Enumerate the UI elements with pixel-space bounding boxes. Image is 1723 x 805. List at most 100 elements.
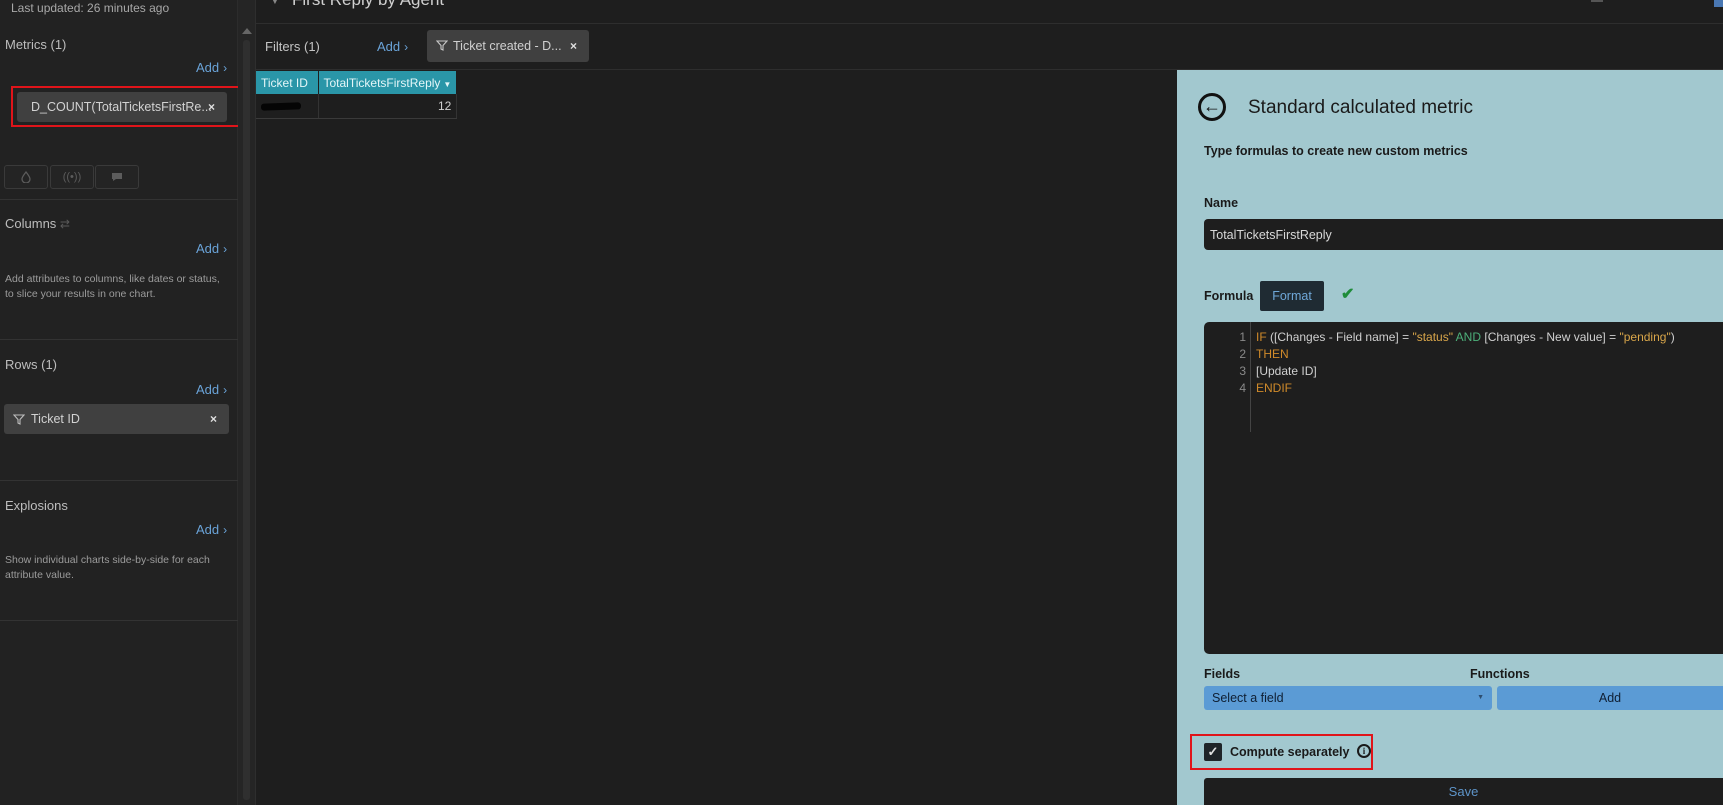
formula-editor[interactable]: 1 2 3 4 IF ([Changes - Field name] = "st… (1204, 322, 1723, 654)
panel-title: Standard calculated metric (1248, 97, 1473, 118)
functions-label: Functions (1470, 667, 1530, 681)
add-row-link[interactable]: Add › (196, 382, 227, 397)
top-bar: ▼ First Reply by Agent (256, 0, 1723, 24)
results-table: Ticket ID TotalTicketsFirstReply ▼ 12 (256, 71, 458, 119)
string-literal: "pending" (1619, 330, 1671, 344)
keyword-endif: ENDIF (1256, 381, 1292, 395)
left-sidebar: Last updated: 26 minutes ago Metrics (1)… (0, 0, 243, 805)
check-icon: ✔ (1341, 286, 1355, 303)
field-ref: [Update ID] (1256, 364, 1317, 378)
sidebar-scrollbar[interactable] (238, 0, 256, 805)
rows-title: Rows (1) (5, 357, 58, 372)
format-button[interactable]: Format (1260, 281, 1324, 311)
chevron-right-icon: › (223, 523, 228, 537)
code-line: ENDIF (1256, 381, 1292, 395)
row-chip[interactable]: Ticket ID × (4, 404, 229, 434)
drop-icon[interactable] (4, 165, 48, 189)
metric-name-input[interactable] (1204, 219, 1723, 250)
comment-icon[interactable] (95, 165, 139, 189)
swap-icon[interactable]: ⇄ (60, 217, 70, 231)
add-row-label: Add (196, 382, 220, 397)
redaction-mark (260, 102, 302, 111)
add-metric-label: Add (196, 60, 220, 75)
chevron-down-icon: ▼ (1477, 694, 1484, 701)
columns-title-label: Columns (5, 216, 57, 231)
keyword-and: AND (1455, 330, 1482, 344)
add-explosion-label: Add (196, 522, 220, 537)
filter-icon (435, 40, 449, 54)
operator: = (1402, 330, 1410, 344)
divider (0, 199, 238, 200)
back-arrow-icon[interactable]: ← (1198, 93, 1226, 121)
filter-icon (13, 413, 25, 425)
save-button[interactable]: Save (1204, 778, 1723, 805)
name-label: Name (1204, 196, 1239, 210)
add-column-label: Add (196, 241, 220, 256)
line-number: 2 (1239, 347, 1246, 361)
divider (0, 620, 238, 621)
close-icon[interactable]: × (210, 412, 217, 426)
filter-chip[interactable]: Ticket created - D... × (427, 30, 589, 62)
chevron-right-icon: › (223, 383, 228, 397)
table-row[interactable]: 12 (256, 94, 458, 119)
string-literal: "status" (1412, 330, 1453, 344)
explosions-hint: Show individual charts side-by-side for … (5, 554, 210, 581)
field-select-value: Select a field (1212, 691, 1284, 705)
code-line: IF ([Changes - Field name] = "status" AN… (1256, 330, 1675, 344)
column-header-label: TotalTicketsFirstReply (323, 75, 441, 90)
line-number: 1 (1239, 330, 1246, 344)
column-header-ticket-id[interactable]: Ticket ID (256, 71, 319, 94)
close-icon[interactable]: × (570, 39, 577, 53)
add-filter-link[interactable]: Add › (377, 39, 408, 54)
columns-title: Columns ⇄ (5, 216, 70, 231)
row-chip-label: Ticket ID (31, 412, 80, 426)
table-cell: 12 (318, 94, 458, 119)
highlight-box (1190, 734, 1373, 770)
page-title: First Reply by Agent (292, 0, 444, 10)
formula-label: Formula (1204, 289, 1254, 303)
line-number: 3 (1239, 364, 1246, 378)
columns-hint: Add attributes to columns, like dates or… (5, 273, 220, 300)
filter-bar: Filters (1) Add › Ticket created - D... × (256, 25, 1723, 70)
explosions-title: Explosions (5, 498, 68, 513)
fields-label: Fields (1204, 667, 1241, 681)
keyword-if: IF (1256, 330, 1267, 344)
code-line: THEN (1256, 347, 1289, 361)
line-number: 4 (1239, 381, 1246, 395)
column-header-label: Ticket ID (261, 75, 308, 90)
sort-desc-icon[interactable]: ▼ (443, 80, 451, 89)
toolbar-icon[interactable] (1714, 0, 1723, 7)
broadcast-icon[interactable]: ((•)) (50, 165, 94, 189)
chevron-right-icon: › (404, 40, 409, 54)
operator: = (1609, 330, 1617, 344)
add-metric-link[interactable]: Add › (196, 60, 227, 75)
field-ref: [Changes - Field name] (1274, 330, 1399, 344)
column-header-total[interactable]: TotalTicketsFirstReply ▼ (318, 71, 458, 94)
metrics-title: Metrics (1) (5, 37, 67, 52)
paren: ) (1670, 330, 1675, 344)
add-filter-label: Add (377, 39, 401, 54)
scrollbar-thumb[interactable] (243, 40, 250, 800)
divider (0, 339, 238, 340)
scroll-up-icon[interactable] (242, 28, 252, 34)
calculated-metric-panel: ← Standard calculated metric Type formul… (1177, 70, 1723, 805)
highlight-box (11, 86, 243, 127)
chevron-down-icon[interactable]: ▼ (270, 0, 280, 7)
add-function-button[interactable]: Add (1497, 686, 1723, 710)
panel-subtitle: Type formulas to create new custom metri… (1204, 144, 1468, 158)
field-select[interactable]: Select a field ▼ (1204, 686, 1492, 710)
table-header-row: Ticket ID TotalTicketsFirstReply ▼ (256, 71, 458, 94)
toolbar-icon[interactable] (1591, 0, 1603, 2)
filter-chip-label: Ticket created - D... (453, 39, 562, 53)
keyword-then: THEN (1256, 347, 1289, 361)
last-updated-text: Last updated: 26 minutes ago (11, 1, 170, 15)
filters-title: Filters (1) (265, 39, 320, 54)
add-column-link[interactable]: Add › (196, 241, 227, 256)
chevron-right-icon: › (223, 61, 228, 75)
divider (0, 480, 238, 481)
add-explosion-link[interactable]: Add › (196, 522, 227, 537)
chevron-right-icon: › (223, 242, 228, 256)
redacted-cell (256, 94, 319, 119)
field-ref: [Changes - New value] (1484, 330, 1606, 344)
code-line: [Update ID] (1256, 364, 1317, 378)
